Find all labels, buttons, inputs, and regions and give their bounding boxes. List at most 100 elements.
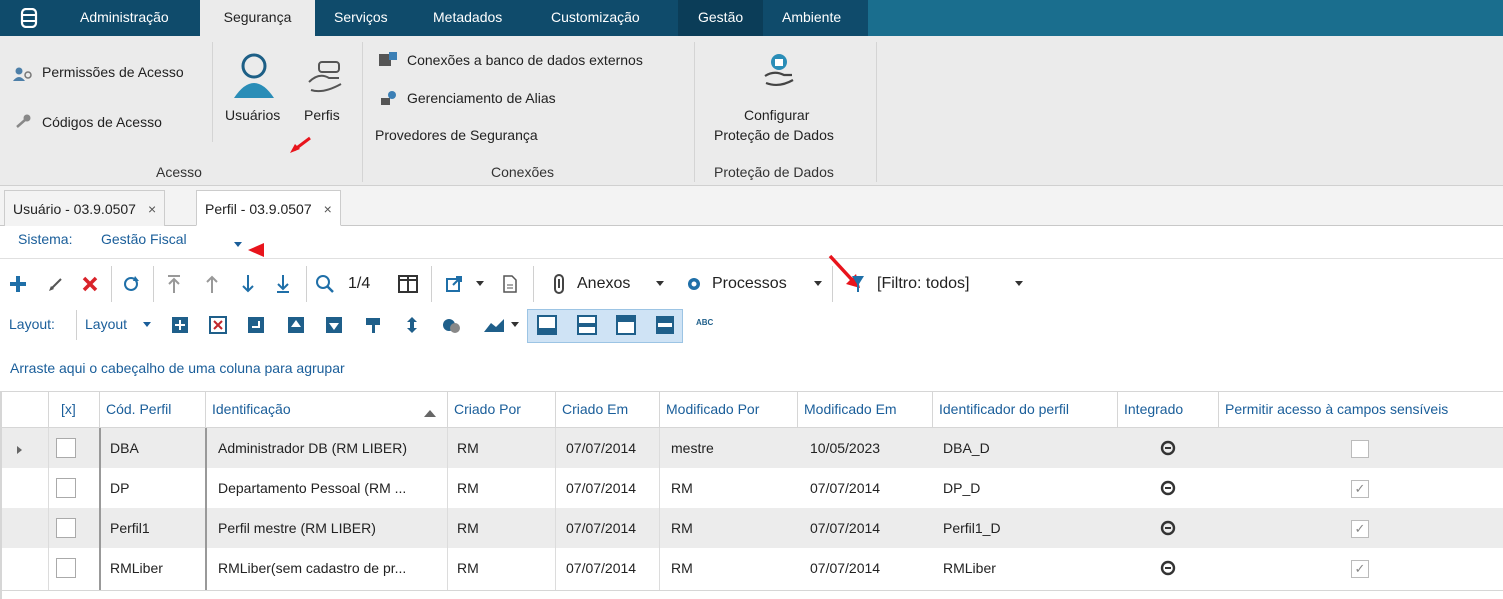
layout-bottom-icon[interactable]: [536, 314, 558, 336]
gear-icon: [685, 275, 703, 293]
col-header-identificacao[interactable]: Identificação: [205, 391, 447, 428]
annotation-arrow-1: [288, 136, 312, 154]
configurar-protecao-button-line2[interactable]: Proteção de Dados: [714, 127, 834, 143]
row-checkbox[interactable]: [56, 478, 76, 498]
col-header-cod-perfil[interactable]: Cód. Perfil: [99, 391, 205, 428]
gerenciamento-alias-button[interactable]: Gerenciamento de Alias: [407, 90, 556, 106]
col-header-select[interactable]: [x]: [48, 391, 100, 428]
ribbon-divider: [694, 42, 695, 182]
tab-servicos[interactable]: Serviços: [322, 0, 400, 36]
filtro-button[interactable]: [Filtro: todos]: [877, 275, 969, 293]
usuarios-button[interactable]: Usuários: [225, 107, 280, 123]
move-down-icon[interactable]: [324, 315, 344, 335]
doc-tab-usuario[interactable]: Usuário - 03.9.0507 ×: [4, 190, 166, 226]
filter-icon[interactable]: [850, 274, 866, 294]
doc-tab-perfil[interactable]: Perfil - 03.9.0507 ×: [196, 190, 341, 226]
chevron-down-icon[interactable]: [475, 280, 485, 288]
grid-line: [48, 428, 49, 590]
cell-cod: Perfil1: [110, 520, 150, 536]
protecao-group-label: Proteção de Dados: [714, 164, 834, 180]
toolbar-separator: [533, 266, 534, 302]
codigos-acesso-button[interactable]: Códigos de Acesso: [42, 114, 162, 130]
permissoes-acesso-button[interactable]: Permissões de Acesso: [42, 64, 184, 80]
close-icon[interactable]: ×: [324, 201, 332, 217]
sensiveis-checkbox[interactable]: [1351, 440, 1369, 458]
abc-button[interactable]: ABC: [696, 318, 713, 327]
move-up-icon[interactable]: [286, 315, 306, 335]
app-logo-icon[interactable]: [20, 7, 38, 29]
cell-cod: DP: [110, 480, 130, 496]
chevron-down-icon[interactable]: [655, 280, 665, 288]
col-header-modificado-em[interactable]: Modificado Em: [797, 391, 932, 428]
export-icon[interactable]: [444, 274, 464, 294]
columns-icon[interactable]: [397, 273, 419, 295]
layout-full-icon[interactable]: [654, 314, 676, 336]
toolbar-separator: [153, 266, 154, 302]
report-icon[interactable]: [501, 273, 519, 295]
row-checkbox[interactable]: [56, 558, 76, 578]
tab-ambiente[interactable]: Ambiente: [770, 0, 853, 36]
col-header-campos-sensiveis[interactable]: Permitir acesso à campos sensíveis: [1218, 391, 1500, 428]
toolbar-separator: [431, 266, 432, 302]
sensiveis-checkbox[interactable]: ✓: [1351, 480, 1369, 498]
chevron-down-icon[interactable]: [1014, 280, 1024, 288]
configurar-protecao-button[interactable]: Configurar: [744, 107, 809, 123]
sensiveis-checkbox[interactable]: ✓: [1351, 560, 1369, 578]
search-icon[interactable]: [314, 273, 336, 295]
next-record-icon[interactable]: [238, 273, 258, 295]
insert-row-icon[interactable]: [246, 315, 266, 335]
paint-roller-icon[interactable]: [363, 315, 383, 335]
user-icon: [230, 50, 278, 100]
perfis-button[interactable]: Perfis: [304, 107, 340, 123]
sort-ascending-icon: [424, 405, 436, 417]
processos-button[interactable]: Processos: [712, 275, 787, 293]
first-record-icon[interactable]: [164, 273, 184, 295]
refresh-icon[interactable]: [121, 274, 141, 294]
shapes-icon[interactable]: [440, 315, 462, 335]
col-header-criado-em[interactable]: Criado Em: [555, 391, 659, 428]
profiles-hand-icon: [303, 58, 347, 98]
cell-cod: RMLiber: [110, 560, 163, 576]
add-row-icon[interactable]: [170, 315, 190, 335]
chevron-down-icon[interactable]: [233, 236, 243, 247]
acesso-group-label: Acesso: [156, 164, 202, 180]
toolbar-separator: [306, 266, 307, 302]
layout-dropdown[interactable]: Layout: [85, 316, 127, 332]
edit-icon[interactable]: [46, 274, 66, 294]
provedores-seguranca-button[interactable]: Provedores de Segurança: [375, 127, 538, 143]
chevron-down-icon[interactable]: [510, 321, 520, 329]
close-icon[interactable]: ×: [148, 201, 156, 217]
conexoes-bd-externos-button[interactable]: Conexões a banco de dados externos: [407, 52, 643, 68]
previous-record-icon[interactable]: [202, 273, 222, 295]
layout-middle-icon[interactable]: [576, 314, 598, 336]
tab-seguranca[interactable]: Segurança: [200, 0, 315, 36]
tab-administracao[interactable]: Administração: [68, 0, 181, 36]
delete-icon[interactable]: [80, 274, 100, 294]
sistema-value[interactable]: Gestão Fiscal: [101, 231, 187, 247]
cell-id-perfil: DP_D: [943, 480, 981, 496]
tab-customizacao[interactable]: Customização: [539, 0, 652, 36]
row-checkbox[interactable]: [56, 518, 76, 538]
chevron-down-icon[interactable]: [142, 321, 152, 329]
anexos-button[interactable]: Anexos: [577, 275, 630, 293]
col-header-modificado-por[interactable]: Modificado Por: [659, 391, 797, 428]
col-header-criado-por[interactable]: Criado Por: [447, 391, 555, 428]
row-checkbox[interactable]: [56, 438, 76, 458]
add-icon[interactable]: [8, 274, 28, 294]
remove-row-icon[interactable]: [208, 315, 228, 335]
grid-line: [99, 428, 101, 590]
layout-top-icon[interactable]: [615, 314, 637, 336]
chevron-down-icon[interactable]: [813, 280, 823, 288]
cell-mod-por: mestre: [671, 440, 714, 456]
sensiveis-checkbox[interactable]: ✓: [1351, 520, 1369, 538]
col-header-identificador[interactable]: Identificador do perfil: [932, 391, 1117, 428]
divider: [0, 258, 1503, 259]
grid-line: [659, 428, 660, 590]
annotation-arrow-2: [246, 242, 266, 258]
chart-icon[interactable]: [482, 315, 506, 335]
tab-gestao[interactable]: Gestão: [678, 0, 764, 36]
split-icon[interactable]: [402, 315, 422, 335]
col-header-integrado[interactable]: Integrado: [1117, 391, 1218, 428]
last-record-icon[interactable]: [273, 273, 293, 295]
tab-metadados[interactable]: Metadados: [421, 0, 514, 36]
